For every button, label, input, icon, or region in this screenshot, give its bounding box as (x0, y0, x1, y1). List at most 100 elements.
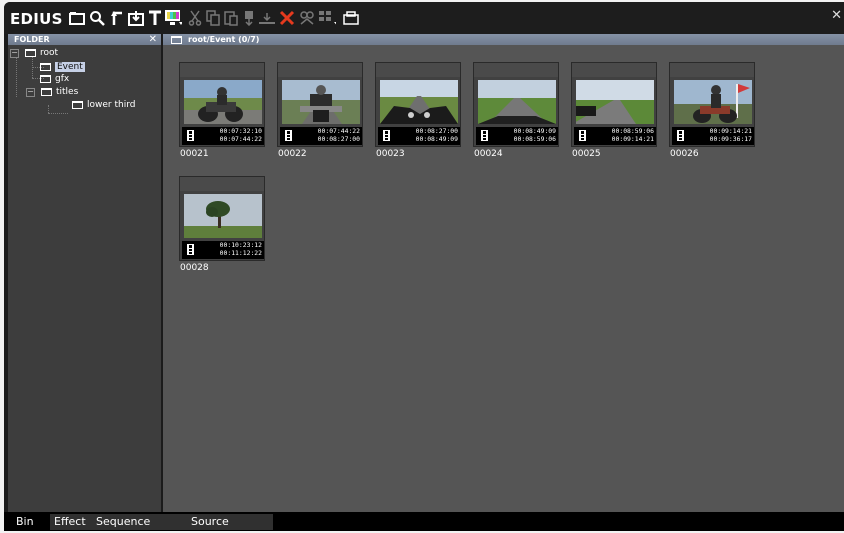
folder-icon (40, 75, 51, 83)
clip-timecode: 00:10:23:12 00:11:12:22 (219, 241, 262, 257)
clip-info-bar: 00:08:49:09 00:08:59:06 (476, 127, 558, 145)
clip-timecode: 00:08:27:00 00:08:49:09 (415, 127, 458, 143)
paste-icon[interactable] (222, 8, 240, 28)
folder-pane: FOLDER ✕ − root Event gfx − titles lower… (8, 34, 161, 512)
clip-name: 00025 (572, 149, 601, 159)
clip-timecode: 00:09:14:21 00:09:36:17 (709, 127, 752, 143)
tree-item-label: root (40, 48, 59, 58)
delete-icon[interactable] (278, 8, 296, 28)
clip-name: 00022 (278, 149, 307, 159)
open-clip-icon[interactable] (127, 8, 145, 28)
clip-thumbnail[interactable]: 00:08:27:00 00:08:49:09 00023 (375, 62, 461, 159)
clip-info-bar: 00:07:44:22 00:08:27:00 (280, 127, 362, 145)
add-title-icon[interactable] (146, 8, 164, 28)
clip-info-bar: 00:09:14:21 00:09:36:17 (672, 127, 754, 145)
clip-preview-image (576, 80, 654, 124)
video-clip-icon (481, 130, 488, 141)
clip-preview-image (380, 80, 458, 124)
video-clip-icon (187, 130, 194, 141)
cut-icon[interactable] (186, 8, 204, 28)
tree-item-label: Event (55, 62, 85, 72)
tree-item-label: gfx (55, 74, 70, 84)
tree-item-label: titles (56, 87, 79, 97)
new-folder-icon[interactable] (68, 8, 86, 28)
view-mode-icon[interactable] (318, 8, 336, 28)
add-to-timeline-icon[interactable] (240, 8, 258, 28)
tree-item-titles[interactable]: − titles (26, 86, 78, 98)
tree-item-lower-third[interactable]: lower third (72, 99, 135, 111)
video-clip-icon (285, 130, 292, 141)
video-clip-icon (383, 130, 390, 141)
clip-name: 00023 (376, 149, 405, 159)
timecode-out: 00:08:59:06 (513, 134, 556, 143)
collapse-root-icon[interactable]: − (10, 48, 19, 58)
folder-icon (41, 88, 52, 96)
tab-effect[interactable]: Effect (50, 514, 92, 530)
properties-icon[interactable] (298, 8, 316, 28)
clip-timecode: 00:08:49:09 00:08:59:06 (513, 127, 556, 143)
clip-timecode: 00:07:44:22 00:08:27:00 (318, 127, 360, 143)
clip-name: 00021 (180, 149, 209, 159)
clip-name: 00024 (474, 149, 503, 159)
timecode-out: 00:07:44:22 (219, 134, 262, 143)
video-clip-icon (677, 130, 684, 141)
clip-thumbnail[interactable]: 00:10:23:12 00:11:12:22 00028 (179, 176, 265, 273)
timecode-out: 00:09:14:21 (611, 134, 654, 143)
clip-preview-image (184, 194, 262, 238)
color-bar-icon[interactable] (164, 8, 182, 28)
clip-preview-image (674, 80, 752, 124)
timecode-out: 00:11:12:22 (219, 248, 262, 257)
folder-pane-header: FOLDER ✕ (8, 34, 161, 45)
timecode-out: 00:08:49:09 (415, 134, 458, 143)
clip-thumbnail[interactable]: 00:07:32:10 00:07:44:22 00021 (179, 62, 265, 159)
clip-preview-image (184, 80, 262, 124)
tab-bar: Bin Effect Sequence marker Source Browse… (4, 512, 844, 531)
tree-item-event[interactable]: Event (40, 61, 85, 73)
clip-card[interactable]: 00:07:32:10 00:07:44:22 (179, 62, 265, 147)
timecode-out: 00:09:36:17 (709, 134, 752, 143)
folder-pane-close-icon[interactable]: ✕ (149, 34, 157, 45)
clip-thumbnail[interactable]: 00:08:49:09 00:08:59:06 00024 (473, 62, 559, 159)
folder-icon (72, 101, 83, 109)
clip-card[interactable]: 00:08:59:06 00:09:14:21 (571, 62, 657, 147)
clip-info-bar: 00:08:27:00 00:08:49:09 (378, 127, 460, 145)
search-icon[interactable] (88, 8, 106, 28)
collapse-titles-icon[interactable]: − (26, 87, 35, 97)
clip-name: 00028 (180, 263, 209, 273)
video-clip-icon (579, 130, 586, 141)
video-clip-icon (187, 244, 194, 255)
insert-icon[interactable] (258, 8, 276, 28)
path-bar: root/Event (0/7) (163, 34, 844, 45)
toolbar: EDIUS ✕ (4, 2, 844, 34)
tree-item-label: lower third (87, 100, 136, 110)
folder-icon (40, 63, 51, 71)
folder-icon (25, 49, 36, 57)
clip-info-bar: 00:07:32:10 00:07:44:22 (182, 127, 264, 145)
path-label: root/Event (0/7) (188, 35, 260, 44)
clip-card[interactable]: 00:10:23:12 00:11:12:22 (179, 176, 265, 261)
clip-card[interactable]: 00:08:49:09 00:08:59:06 (473, 62, 559, 147)
copy-icon[interactable] (204, 8, 222, 28)
clip-card[interactable]: 00:08:27:00 00:08:49:09 (375, 62, 461, 147)
clip-card[interactable]: 00:07:44:22 00:08:27:00 (277, 62, 363, 147)
clip-thumbnail[interactable]: 00:09:14:21 00:09:36:17 00026 (669, 62, 755, 159)
clip-thumbnail[interactable]: 00:07:44:22 00:08:27:00 00022 (277, 62, 363, 159)
clip-area: root/Event (0/7) 00:07:32:10 00:07:44:22 0… (163, 34, 844, 512)
tab-sequence-marker[interactable]: Sequence marker (92, 514, 187, 530)
clip-timecode: 00:08:59:06 00:09:14:21 (611, 127, 654, 143)
folder-pane-title: FOLDER (14, 35, 50, 44)
tab-bin[interactable]: Bin (12, 514, 46, 530)
clip-thumbnail[interactable]: 00:08:59:06 00:09:14:21 00025 (571, 62, 657, 159)
clip-info-bar: 00:08:59:06 00:09:14:21 (574, 127, 656, 145)
window-close-icon[interactable]: ✕ (831, 8, 842, 23)
clip-name: 00026 (670, 149, 699, 159)
tree-item-gfx[interactable]: gfx (40, 73, 69, 85)
clip-card[interactable]: 00:09:14:21 00:09:36:17 (669, 62, 755, 147)
clip-preview-image (478, 80, 556, 124)
tree-item-root[interactable]: − root (10, 47, 58, 59)
clip-preview-image (282, 80, 360, 124)
bin-icon[interactable] (342, 8, 360, 28)
app-title: EDIUS (10, 10, 63, 28)
up-folder-icon[interactable] (108, 8, 126, 28)
tab-source-browser[interactable]: Source Browser (187, 514, 273, 530)
